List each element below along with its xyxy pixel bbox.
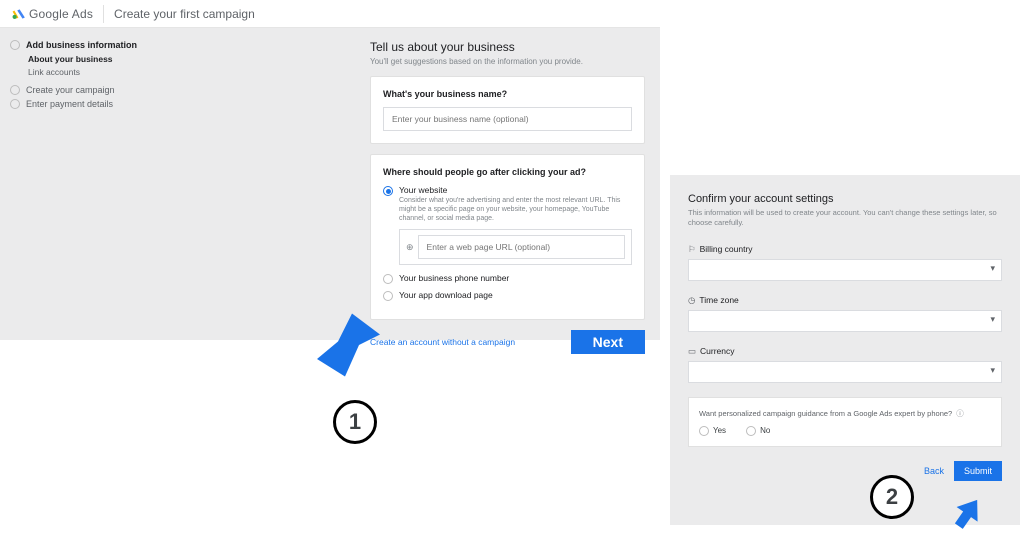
radio-title: Your website (399, 185, 632, 195)
question-business-name: What's your business name? (383, 89, 632, 99)
submit-button[interactable]: Submit (954, 461, 1002, 481)
radio-your-website[interactable]: Your website Consider what you're advert… (383, 185, 632, 223)
question-destination: Where should people go after clicking yo… (383, 167, 632, 177)
radio-icon (383, 186, 393, 196)
step-add-business-info[interactable]: Add business information (10, 40, 150, 50)
confirm-heading: Confirm your account settings (688, 193, 1002, 205)
radio-app-download[interactable]: Your app download page (383, 290, 632, 301)
step-label: Add business information (26, 40, 137, 50)
annotation-step-2-badge: 2 (870, 475, 914, 519)
annotation-arrow-1 (310, 310, 380, 380)
page-title: Create your first campaign (114, 7, 255, 21)
radio-icon (746, 426, 756, 436)
website-url-input[interactable] (418, 235, 625, 259)
back-link[interactable]: Back (924, 466, 944, 476)
clock-icon: ◷ (688, 295, 695, 306)
link-icon: ⊕ (406, 242, 414, 253)
radio-title: Your business phone number (399, 273, 509, 283)
create-account-without-campaign-link[interactable]: Create an account without a campaign (370, 337, 515, 347)
form-heading: Tell us about your business (370, 40, 645, 54)
topbar: Google Ads Create your first campaign (0, 0, 660, 28)
field-time-zone: ◷ Time zone (688, 295, 1002, 332)
option-label: No (760, 426, 770, 435)
card-destination: Where should people go after clicking yo… (370, 154, 645, 320)
annotation-arrow-2 (952, 497, 984, 529)
radio-icon (699, 426, 709, 436)
survey-option-yes[interactable]: Yes (699, 425, 726, 436)
radio-title: Your app download page (399, 290, 493, 300)
form-lead: You'll get suggestions based on the info… (370, 57, 645, 66)
annotation-step-1-badge: 1 (333, 400, 377, 444)
radio-phone-number[interactable]: Your business phone number (383, 273, 632, 284)
step-payment-details[interactable]: Enter payment details (10, 99, 150, 109)
step-create-campaign[interactable]: Create your campaign (10, 85, 150, 95)
radio-icon (383, 274, 393, 284)
field-label: Billing country (700, 244, 753, 254)
currency-select[interactable] (688, 361, 1002, 383)
setup-steps-sidebar: Add business information About your busi… (10, 40, 150, 113)
substep-about-business[interactable]: About your business (28, 54, 150, 64)
step-circle-icon (10, 85, 20, 95)
step-label: Create your campaign (26, 85, 115, 95)
divider (103, 5, 104, 23)
screenshot-1: Google Ads Create your first campaign Ad… (0, 0, 660, 340)
step-circle-icon (10, 99, 20, 109)
option-label: Yes (713, 426, 726, 435)
radio-icon (383, 291, 393, 301)
product-name: Google Ads (29, 7, 93, 21)
substep-link-accounts[interactable]: Link accounts (28, 67, 150, 77)
field-currency: ▭ Currency (688, 346, 1002, 383)
substeps: About your business Link accounts (28, 54, 150, 77)
field-label: Currency (700, 346, 734, 356)
survey-card: Want personalized campaign guidance from… (688, 397, 1002, 447)
help-icon[interactable]: ⓘ (956, 408, 964, 419)
card-business-name: What's your business name? (370, 76, 645, 144)
survey-option-no[interactable]: No (746, 425, 770, 436)
google-ads-icon (12, 7, 26, 21)
website-url-input-wrap[interactable]: ⊕ (399, 229, 632, 265)
field-billing-country: ⚐ Billing country (688, 244, 1002, 281)
screenshot-2: Confirm your account settings This infor… (670, 175, 1020, 525)
currency-icon: ▭ (688, 346, 696, 357)
business-form: Tell us about your business You'll get s… (370, 40, 645, 354)
time-zone-select[interactable] (688, 310, 1002, 332)
radio-desc: Consider what you're advertising and ent… (399, 196, 632, 223)
survey-question: Want personalized campaign guidance from… (699, 408, 991, 419)
billing-country-select[interactable] (688, 259, 1002, 281)
confirm-footer: Back Submit (688, 461, 1002, 481)
form-footer: Create an account without a campaign Nex… (370, 330, 645, 354)
next-button[interactable]: Next (571, 330, 645, 354)
confirm-lead: This information will be used to create … (688, 208, 1002, 228)
field-label: Time zone (699, 295, 738, 305)
flag-icon: ⚐ (688, 244, 696, 255)
step-label: Enter payment details (26, 99, 113, 109)
step-circle-icon (10, 40, 20, 50)
business-name-input[interactable] (383, 107, 632, 131)
google-ads-logo: Google Ads (12, 7, 93, 21)
